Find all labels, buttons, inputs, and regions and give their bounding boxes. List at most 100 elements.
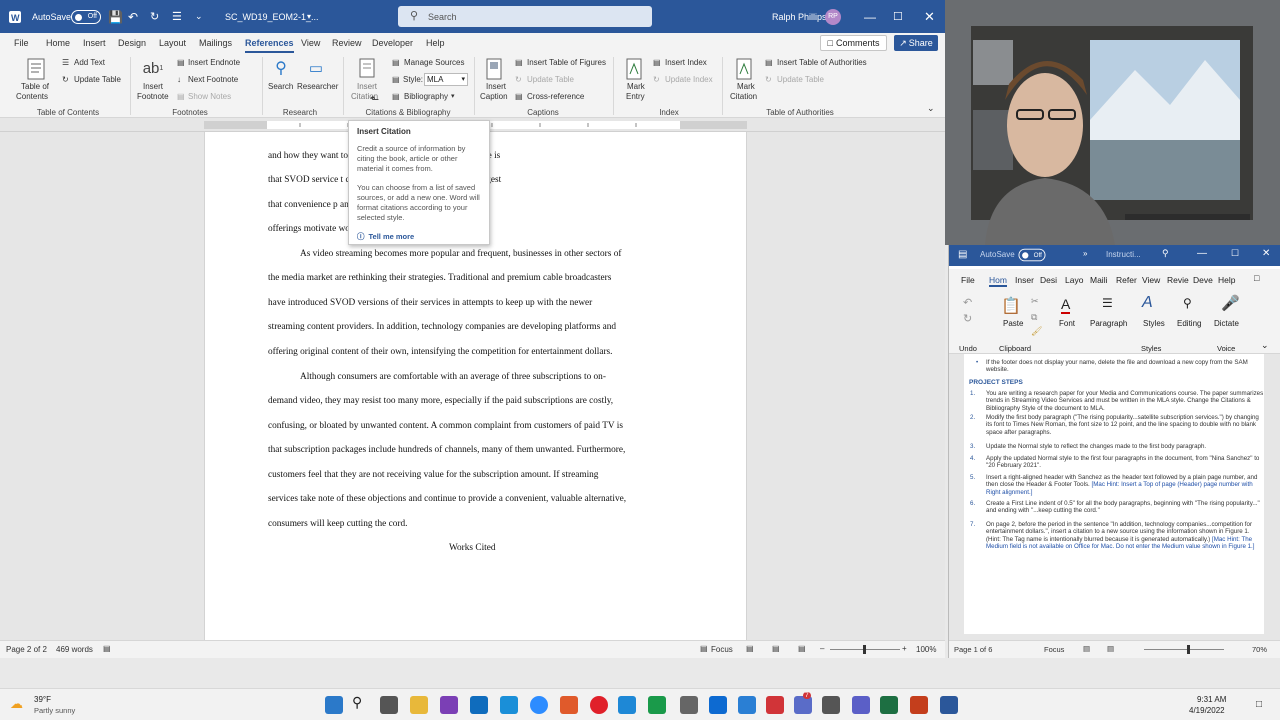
side-document-page[interactable]: • If the footer does not display your nam…	[964, 354, 1264, 634]
zoom-out-icon[interactable]: –	[820, 644, 824, 653]
side-tab-layout[interactable]: Layo	[1065, 275, 1083, 285]
mark-entry-icon[interactable]	[624, 57, 644, 81]
insert-footnote-button-line2[interactable]: Footnote	[137, 92, 169, 102]
quick-access-chevron-icon[interactable]: ⌄	[195, 0, 203, 33]
side-zoom-slider[interactable]	[1144, 649, 1224, 650]
side-tab-help[interactable]: Help	[1218, 275, 1235, 285]
zoom-level[interactable]: 100%	[916, 645, 936, 654]
redo-icon[interactable]: ↻	[150, 0, 159, 33]
side-paragraph-icon[interactable]: ☰	[1102, 296, 1113, 310]
insert-caption-button[interactable]: Insert	[486, 82, 506, 92]
tab-view[interactable]: View	[301, 33, 320, 53]
tell-me-more-link[interactable]: ⓘ Tell me more	[357, 232, 481, 242]
user-avatar[interactable]: RP	[825, 0, 841, 33]
notepad-icon[interactable]	[680, 696, 698, 714]
mark-citation-button[interactable]: Mark	[737, 82, 755, 92]
insert-table-of-figures-button[interactable]: Insert Table of Figures	[527, 58, 606, 68]
app-icon[interactable]	[822, 696, 840, 714]
side-paste-button[interactable]: Paste	[1003, 319, 1023, 328]
insert-endnote-icon[interactable]: ▤	[177, 58, 185, 68]
side-zoom-slider-thumb[interactable]	[1187, 645, 1190, 654]
side-focus-button[interactable]: Focus	[1044, 645, 1064, 654]
zoom-in-icon[interactable]: +	[902, 644, 907, 653]
side-tab-file[interactable]: File	[961, 275, 975, 285]
filename-chevron-icon[interactable]: ▾	[307, 0, 311, 33]
side-paragraph-button[interactable]: Paragraph	[1090, 319, 1127, 328]
side-ribbon-chevron-icon[interactable]: ⌄	[1261, 340, 1269, 351]
notifications-icon[interactable]: □	[1256, 699, 1262, 710]
tab-home[interactable]: Home	[46, 33, 70, 53]
update-table-button[interactable]: Update Table	[74, 75, 121, 85]
weather-description[interactable]: Partly sunny	[34, 706, 75, 715]
discord-icon[interactable]	[794, 696, 812, 714]
word-taskbar-icon[interactable]	[940, 696, 958, 714]
zoom-app-icon[interactable]	[530, 696, 548, 714]
insert-endnote-button[interactable]: Insert Endnote	[188, 58, 240, 68]
side-word-icon[interactable]: ▤	[958, 249, 967, 260]
side-tab-view[interactable]: View	[1142, 275, 1160, 285]
add-text-button[interactable]: Add Text	[74, 58, 105, 68]
tab-layout[interactable]: Layout	[159, 33, 186, 53]
side-page-count[interactable]: Page 1 of 6	[954, 645, 992, 654]
side-editing-button[interactable]: Editing	[1177, 319, 1201, 328]
insert-index-icon[interactable]: ▤	[653, 58, 661, 68]
side-print-layout-icon[interactable]: ▤	[1107, 644, 1114, 653]
insert-footnote-button[interactable]: Insert	[143, 82, 163, 92]
tab-help[interactable]: Help	[426, 33, 445, 53]
side-font-icon[interactable]: A	[1061, 296, 1071, 314]
page-count[interactable]: Page 2 of 2	[6, 645, 47, 654]
weather-icon[interactable]: ☁	[10, 696, 23, 712]
brave-browser-icon[interactable]	[560, 696, 578, 714]
proofing-icon[interactable]: ▤	[103, 644, 111, 653]
insert-table-of-figures-icon[interactable]: ▤	[515, 58, 523, 68]
side-tab-mailings[interactable]: Maili	[1090, 275, 1107, 285]
document-filename[interactable]: SC_WD19_EOM2-1_...	[225, 0, 319, 33]
side-copy-icon[interactable]: ⧉	[1031, 312, 1037, 323]
side-undo-icon[interactable]: ↶	[963, 296, 972, 309]
add-text-icon[interactable]: ☰	[62, 58, 69, 68]
bibliography-icon[interactable]: ▤	[392, 92, 400, 102]
mark-entry-button[interactable]: Mark	[627, 82, 645, 92]
side-comment-icon[interactable]: □	[1254, 273, 1259, 283]
bibliography-chevron-icon[interactable]: ▾	[451, 92, 455, 102]
side-editing-icon[interactable]: ⚲	[1183, 296, 1192, 310]
print-layout-icon[interactable]: ▤	[772, 644, 780, 653]
side-search-icon[interactable]: ⚲	[1162, 248, 1169, 259]
media-icon[interactable]	[766, 696, 784, 714]
side-zoom-level[interactable]: 70%	[1252, 645, 1267, 654]
teams-icon[interactable]	[852, 696, 870, 714]
tab-insert[interactable]: Insert	[83, 33, 106, 53]
comments-button[interactable]: □ Comments	[820, 35, 887, 51]
clock-time[interactable]: 9:31 AM	[1197, 695, 1226, 704]
mark-citation-icon[interactable]	[734, 57, 754, 81]
insert-footnote-icon[interactable]: ab 1	[141, 57, 165, 79]
side-autosave-toggle[interactable]: Off	[1018, 248, 1046, 262]
edge-icon[interactable]	[738, 696, 756, 714]
file-explorer-icon[interactable]	[410, 696, 428, 714]
table-of-contents-icon[interactable]	[26, 57, 46, 81]
side-dictate-button[interactable]: Dictate	[1214, 319, 1239, 328]
cross-reference-icon[interactable]: ▤	[515, 92, 523, 102]
mark-entry-button-line2[interactable]: Entry	[626, 92, 645, 102]
side-close-icon[interactable]: ✕	[1262, 248, 1270, 259]
researcher-button[interactable]: Researcher	[297, 82, 338, 92]
focus-button[interactable]: Focus	[711, 645, 733, 654]
minimize-icon[interactable]: —	[864, 0, 876, 33]
start-icon[interactable]	[325, 696, 343, 714]
taskbar-search-icon[interactable]: ⚲	[352, 694, 370, 712]
side-styles-button[interactable]: Styles	[1143, 319, 1165, 328]
web-layout-icon[interactable]: ▤	[798, 644, 806, 653]
side-font-button[interactable]: Font	[1059, 319, 1075, 328]
insert-index-button[interactable]: Insert Index	[665, 58, 707, 68]
outlook-icon[interactable]	[470, 696, 488, 714]
task-view-icon[interactable]	[380, 696, 398, 714]
close-icon[interactable]: ✕	[924, 0, 935, 33]
onenote-icon[interactable]	[440, 696, 458, 714]
side-microphone-icon[interactable]: 🎤	[1221, 294, 1240, 312]
manage-sources-icon[interactable]: ▤	[392, 58, 400, 68]
focus-icon[interactable]: ▤	[700, 644, 708, 653]
side-tab-review[interactable]: Revie	[1167, 275, 1189, 285]
side-tab-design[interactable]: Desi	[1040, 275, 1057, 285]
zoom-slider-thumb[interactable]	[863, 645, 866, 654]
tab-developer[interactable]: Developer	[372, 33, 413, 53]
